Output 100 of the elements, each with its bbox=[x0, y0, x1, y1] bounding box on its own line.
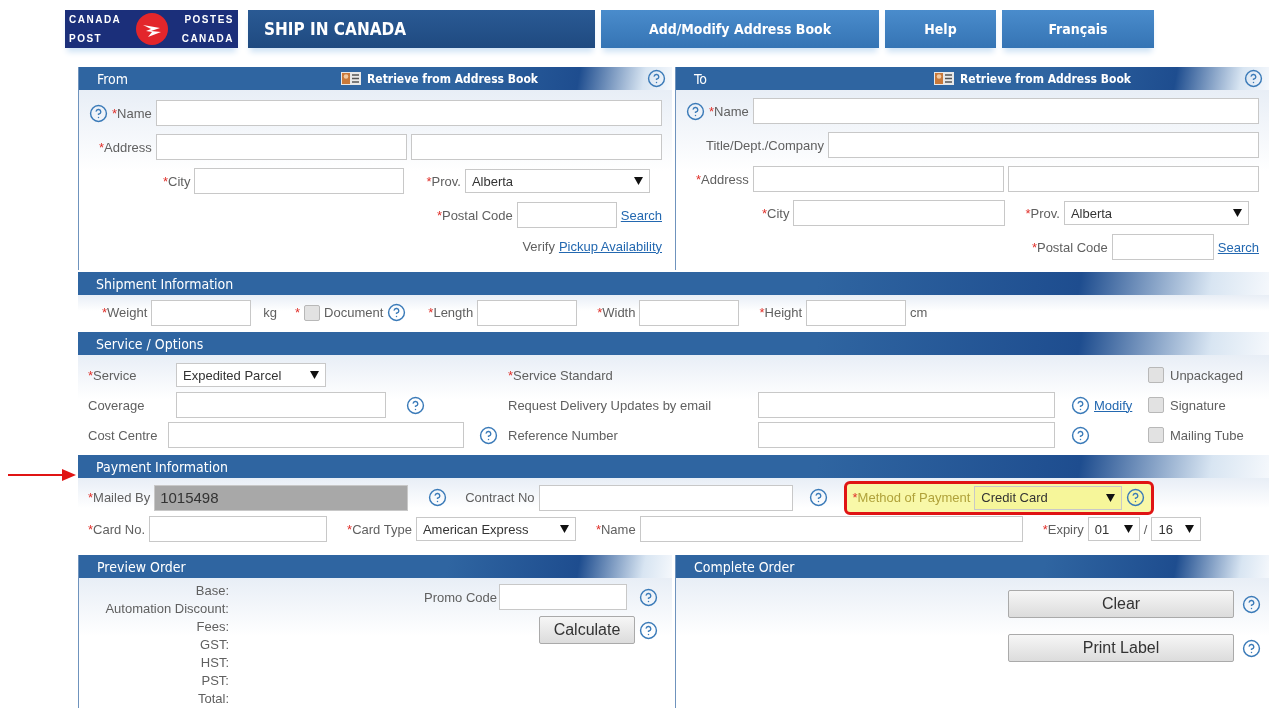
field-label: Request Delivery Updates by email bbox=[508, 397, 713, 413]
field-label: Promo Code bbox=[424, 589, 497, 605]
dropdown[interactable]: American Express bbox=[415, 517, 576, 541]
modify-link[interactable]: Modify bbox=[1094, 397, 1133, 413]
caret-icon bbox=[559, 525, 569, 533]
input-field[interactable] bbox=[149, 516, 328, 542]
help-icon[interactable] bbox=[1126, 488, 1146, 507]
help-icon[interactable] bbox=[686, 101, 705, 121]
help-icon[interactable] bbox=[428, 488, 448, 507]
caret-icon bbox=[1106, 493, 1116, 502]
input-field[interactable] bbox=[155, 100, 662, 126]
input-field[interactable] bbox=[499, 584, 627, 610]
search-link[interactable]: Search bbox=[1217, 239, 1259, 255]
caret-icon bbox=[310, 371, 319, 379]
input-field[interactable] bbox=[752, 166, 1004, 192]
help-icon[interactable] bbox=[1242, 594, 1261, 614]
help-icon[interactable] bbox=[1244, 69, 1263, 88]
calculate-button[interactable]: Calculate bbox=[539, 616, 635, 644]
field-label: Contract No bbox=[465, 490, 535, 505]
field-label: *Name bbox=[709, 103, 749, 119]
dropdown[interactable]: Expedited Parcel bbox=[176, 363, 326, 387]
field-label: Coverage bbox=[88, 397, 146, 413]
input-field[interactable] bbox=[828, 132, 1259, 158]
input-field[interactable] bbox=[1007, 166, 1259, 192]
section-title: Preview Order bbox=[97, 558, 186, 575]
section-title: To bbox=[694, 70, 708, 87]
input-field[interactable] bbox=[758, 422, 1055, 448]
help-icon[interactable] bbox=[647, 69, 666, 88]
nav-tab[interactable]: Help bbox=[885, 10, 996, 48]
nav-tab[interactable]: SHIP IN CANADA bbox=[248, 10, 595, 48]
field-label: Document bbox=[324, 305, 384, 320]
field-label: *Card No. bbox=[88, 521, 146, 537]
input-field[interactable] bbox=[1111, 234, 1214, 260]
help-icon[interactable] bbox=[89, 103, 108, 123]
action-button[interactable]: Clear bbox=[1008, 590, 1234, 618]
bird-icon bbox=[135, 13, 168, 45]
input-field[interactable] bbox=[176, 392, 386, 418]
caret-icon bbox=[1185, 525, 1195, 533]
help-icon[interactable] bbox=[387, 303, 407, 322]
input-field[interactable] bbox=[167, 422, 464, 448]
dropdown[interactable]: Alberta bbox=[464, 169, 650, 193]
dropdown[interactable]: 01 bbox=[1087, 517, 1140, 541]
search-link[interactable]: Search bbox=[620, 207, 662, 223]
input-field[interactable] bbox=[538, 484, 793, 511]
field-label: *Weight bbox=[102, 305, 148, 320]
help-icon[interactable] bbox=[1242, 638, 1261, 658]
nav-tab[interactable]: Add/Modify Address Book bbox=[601, 10, 879, 48]
checkbox[interactable] bbox=[1148, 427, 1164, 443]
help-icon[interactable] bbox=[639, 620, 658, 640]
separator: / bbox=[1143, 521, 1148, 537]
field-label: *Name bbox=[112, 105, 152, 121]
help-icon[interactable] bbox=[639, 587, 658, 607]
input-field[interactable] bbox=[155, 134, 407, 160]
field-label: *Postal Code bbox=[1031, 239, 1108, 255]
section-title: Payment Information bbox=[96, 458, 228, 475]
input-field[interactable] bbox=[639, 299, 740, 326]
dropdown[interactable]: Credit Card bbox=[974, 485, 1123, 510]
cost-line-label: GST: bbox=[200, 636, 229, 654]
field-label: *Expiry bbox=[1042, 521, 1084, 537]
input-field[interactable] bbox=[151, 299, 252, 326]
field-label: Reference Number bbox=[508, 427, 619, 443]
input-field[interactable] bbox=[410, 134, 662, 160]
field-label: *Service bbox=[88, 367, 138, 383]
field-label: *City bbox=[762, 205, 790, 221]
logo-text: POSTES bbox=[183, 14, 234, 25]
checkbox[interactable] bbox=[304, 304, 321, 321]
cost-line-label: Base: bbox=[195, 582, 229, 600]
contact-card-icon bbox=[341, 72, 361, 85]
retrieve-address-book-link[interactable]: Retrieve from Address Book bbox=[341, 71, 539, 86]
input-field[interactable] bbox=[639, 516, 1023, 542]
field-label: *Mailed By bbox=[88, 490, 151, 505]
verify-text: Verify bbox=[522, 238, 555, 254]
checkbox[interactable] bbox=[1148, 397, 1164, 413]
input-field[interactable] bbox=[793, 200, 1006, 226]
field-label: Title/Dept./Company bbox=[706, 137, 824, 153]
logo-text: CANADA bbox=[180, 33, 234, 44]
input-field[interactable] bbox=[516, 202, 617, 228]
field-label: Cost Centre bbox=[88, 427, 159, 443]
field-label: *Service Standard bbox=[508, 367, 613, 383]
dropdown[interactable]: Alberta bbox=[1063, 201, 1249, 225]
input-field[interactable] bbox=[752, 98, 1259, 124]
cost-line-label: Fees: bbox=[196, 618, 229, 636]
nav-tab[interactable]: Français bbox=[1002, 10, 1154, 48]
help-icon[interactable] bbox=[808, 488, 828, 507]
input-field[interactable] bbox=[194, 168, 405, 194]
retrieve-address-book-link[interactable]: Retrieve from Address Book bbox=[934, 71, 1132, 86]
checkbox[interactable] bbox=[1148, 367, 1164, 383]
input-field[interactable] bbox=[806, 299, 907, 326]
help-icon[interactable] bbox=[1071, 425, 1090, 445]
pickup-availability-link[interactable]: Pickup Availability bbox=[558, 238, 662, 254]
input-field[interactable] bbox=[758, 392, 1055, 418]
action-button[interactable]: Print Label bbox=[1008, 634, 1234, 662]
input-field[interactable] bbox=[477, 299, 578, 326]
arrow-drawing bbox=[8, 468, 76, 482]
help-icon[interactable] bbox=[406, 395, 425, 415]
help-icon[interactable] bbox=[1071, 395, 1090, 415]
caret-icon bbox=[1232, 209, 1242, 217]
help-icon[interactable] bbox=[479, 425, 498, 445]
dropdown[interactable]: 16 bbox=[1151, 517, 1202, 541]
field-label: *Prov. bbox=[1025, 205, 1060, 221]
